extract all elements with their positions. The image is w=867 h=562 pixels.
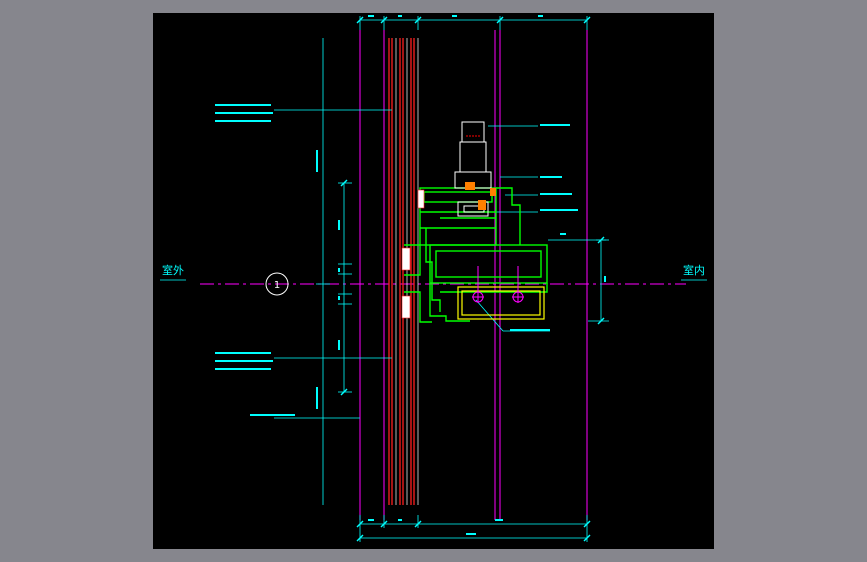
side-labels: 室外 室内 [160,263,707,281]
aluminium-profiles [404,187,548,323]
frame-lines [200,30,686,520]
curtain-wall-section-drawing: 室外 室内 1 [160,15,707,542]
dimension-lines [274,16,609,542]
dimension-ticks [340,16,605,542]
exterior-label: 室外 [162,263,184,277]
interior-label: 室内 [683,263,705,277]
cad-drawing-canvas: 室外 室内 1 [153,13,714,549]
glass-edges [395,38,419,505]
glass-panes [388,38,415,505]
section-marker-number: 1 [274,280,280,291]
